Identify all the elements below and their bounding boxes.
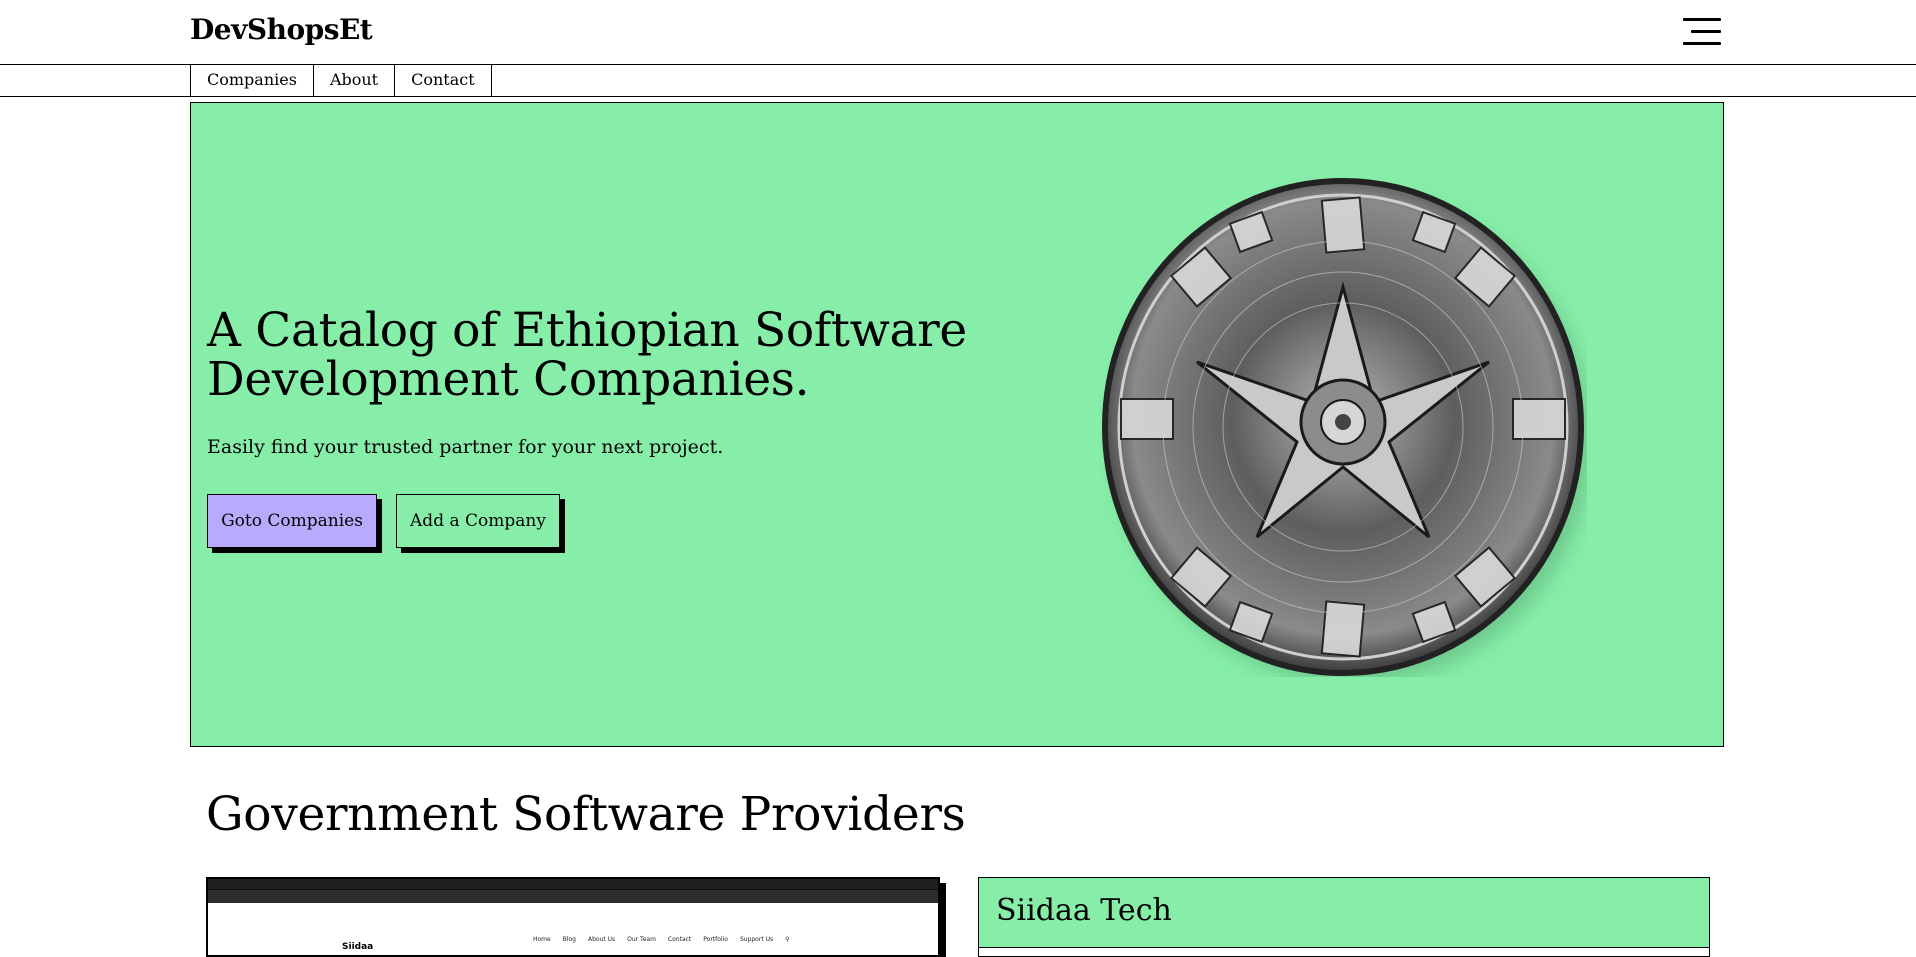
preview-nav-item: About Us <box>587 936 616 943</box>
top-header: DevShopsEt <box>0 0 1916 65</box>
search-icon: ⚲ <box>785 936 790 943</box>
nav-links: Companies About Contact <box>190 64 492 96</box>
preview-site-nav: Home Blog About Us Our Team Contact Port… <box>533 936 790 943</box>
preview-nav-item: Home <box>533 936 551 943</box>
browser-url-bar <box>208 889 938 903</box>
browser-tab-strip <box>208 879 938 889</box>
hero-subtitle: Easily find your trusted partner for you… <box>207 436 724 458</box>
company-card[interactable]: Siidaa Tech <box>978 877 1710 957</box>
section-title: Government Software Providers <box>206 787 966 842</box>
ethiopian-shield-image <box>1102 178 1587 677</box>
preview-nav-item: Support Us <box>739 936 774 943</box>
nav-item-about[interactable]: About <box>314 64 396 96</box>
nav-item-companies[interactable]: Companies <box>191 64 314 96</box>
hero-title: A Catalog of Ethiopian Software Developm… <box>207 303 967 407</box>
add-company-button[interactable]: Add a Company <box>396 494 560 548</box>
preview-nav-item: Contact <box>667 936 692 943</box>
company-card-title[interactable]: Siidaa Tech <box>996 893 1172 928</box>
company-card-header: Siidaa Tech <box>979 878 1709 948</box>
site-logo[interactable]: DevShopsEt <box>190 13 373 46</box>
hamburger-menu-icon[interactable] <box>1683 17 1721 47</box>
hero-banner: A Catalog of Ethiopian Software Developm… <box>190 102 1724 747</box>
goto-companies-button[interactable]: Goto Companies <box>207 494 377 548</box>
nav-item-contact[interactable]: Contact <box>395 64 492 96</box>
preview-nav-item: Portfolio <box>703 936 728 943</box>
preview-nav-item: Our Team <box>627 936 656 943</box>
nav-bar: Companies About Contact <box>0 64 1916 97</box>
preview-nav-item: Blog <box>562 936 576 943</box>
company-screenshot-preview[interactable]: Siidaa Home Blog About Us Our Team Conta… <box>206 877 940 957</box>
preview-site-logo: Siidaa <box>342 942 374 952</box>
